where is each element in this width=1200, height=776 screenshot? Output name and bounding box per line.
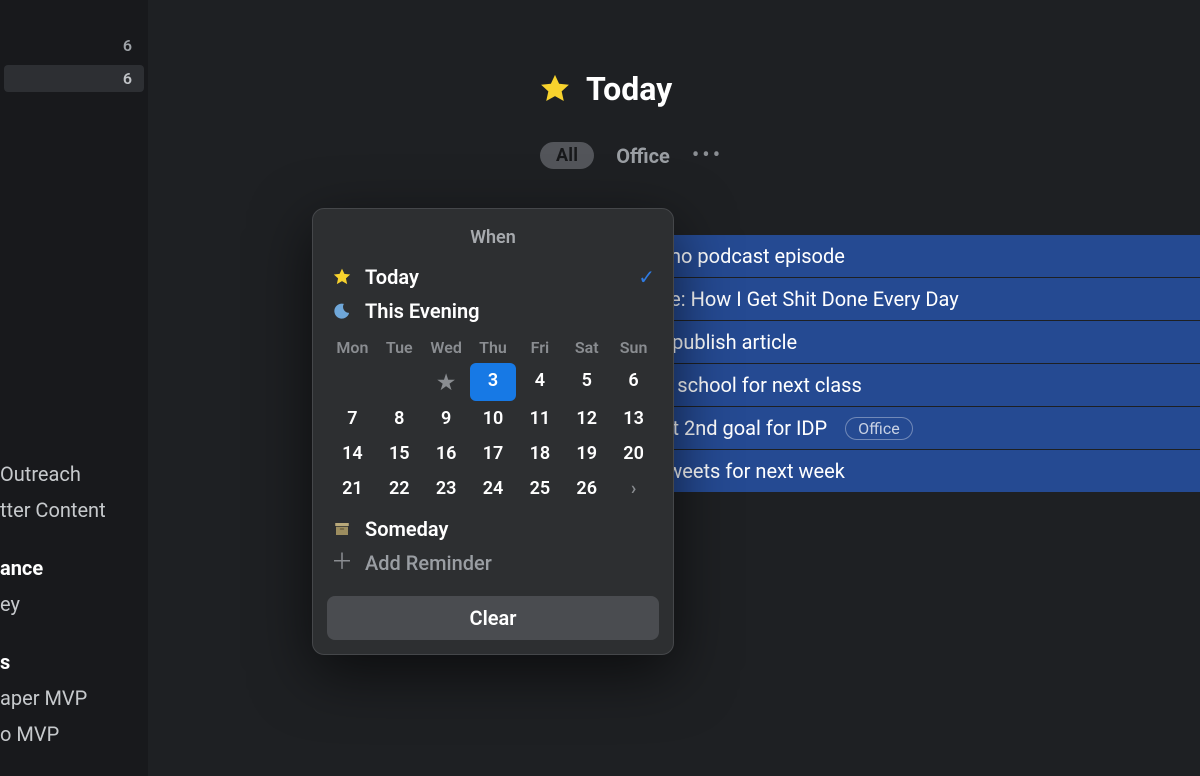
calendar-day[interactable]: 9: [423, 401, 470, 436]
calendar-weekday: Sat: [563, 332, 610, 363]
calendar-weekday: Sun: [610, 332, 657, 363]
calendar-day[interactable]: 21: [329, 471, 376, 506]
calendar-weekday: Wed: [423, 332, 470, 363]
calendar-day[interactable]: 15: [376, 436, 423, 471]
when-popover: When Today ✓ This Evening MonTueWedThuFr…: [312, 208, 674, 655]
calendar-today-star-icon[interactable]: ★: [423, 363, 470, 401]
plus-icon: ＋: [331, 554, 353, 572]
calendar-week-row: 14151617181920: [329, 436, 657, 471]
add-reminder-label: Add Reminder: [365, 551, 655, 575]
sidebar-area[interactable]: ance: [0, 550, 148, 586]
calendar-next-icon[interactable]: ›: [610, 471, 657, 506]
add-reminder-row[interactable]: ＋ Add Reminder: [313, 546, 673, 580]
when-option-someday-label: Someday: [365, 517, 655, 541]
sidebar-item[interactable]: ey: [0, 586, 148, 622]
main-pane: Today All Office ••• Record demo podcast…: [148, 0, 1200, 776]
popover-title: When: [313, 227, 673, 248]
calendar-day[interactable]: 5: [563, 363, 610, 401]
calendar-weekday: Mon: [329, 332, 376, 363]
star-icon: [538, 72, 572, 106]
calendar-weekday: Tue: [376, 332, 423, 363]
calendar-day[interactable]: 18: [516, 436, 563, 471]
checkmark-icon: ✓: [638, 265, 655, 289]
calendar: MonTueWedThuFriSatSun ★34567891011121314…: [313, 328, 673, 508]
calendar-day[interactable]: 11: [516, 401, 563, 436]
when-option-today-label: Today: [365, 265, 626, 289]
page-title-text: Today: [586, 70, 672, 108]
sidebar-count-row-selected[interactable]: 6: [4, 65, 144, 92]
calendar-day[interactable]: 13: [610, 401, 657, 436]
calendar-day[interactable]: 10: [470, 401, 517, 436]
calendar-week-row: 212223242526›: [329, 471, 657, 506]
calendar-day[interactable]: 3: [470, 363, 517, 401]
calendar-day[interactable]: 24: [470, 471, 517, 506]
calendar-day[interactable]: 23: [423, 471, 470, 506]
sidebar-item[interactable]: o MVP: [0, 716, 148, 752]
sidebar-area[interactable]: s: [0, 644, 148, 680]
calendar-day[interactable]: 20: [610, 436, 657, 471]
calendar-day[interactable]: 7: [329, 401, 376, 436]
filter-bar: All Office •••: [538, 142, 1200, 169]
sidebar-item[interactable]: aper MVP: [0, 680, 148, 716]
clear-button[interactable]: Clear: [327, 596, 659, 640]
archive-icon: [331, 520, 353, 538]
moon-icon: [331, 302, 353, 320]
calendar-day[interactable]: 25: [516, 471, 563, 506]
sidebar-item[interactable]: tter Content: [0, 492, 148, 528]
calendar-empty-cell: [376, 363, 423, 401]
calendar-week-row: 78910111213: [329, 401, 657, 436]
calendar-weekday-row: MonTueWedThuFriSatSun: [329, 332, 657, 363]
sidebar-count-selected: 6: [123, 69, 132, 88]
sidebar-count-row[interactable]: 6: [0, 30, 148, 61]
when-option-this-evening[interactable]: This Evening: [313, 294, 673, 328]
calendar-weekday: Fri: [516, 332, 563, 363]
when-option-someday[interactable]: Someday: [313, 512, 673, 546]
calendar-week-row: ★3456: [329, 363, 657, 401]
calendar-day[interactable]: 26: [563, 471, 610, 506]
calendar-day[interactable]: 19: [563, 436, 610, 471]
calendar-day[interactable]: 4: [516, 363, 563, 401]
calendar-empty-cell: [329, 363, 376, 401]
sidebar-item[interactable]: Outreach: [0, 456, 148, 492]
calendar-day[interactable]: 14: [329, 436, 376, 471]
filter-office[interactable]: Office: [616, 144, 670, 168]
when-option-this-evening-label: This Evening: [365, 299, 655, 323]
calendar-day[interactable]: 8: [376, 401, 423, 436]
calendar-weekday: Thu: [470, 332, 517, 363]
sidebar: 6 6 Outreach tter Content ance ey s aper…: [0, 0, 148, 776]
sidebar-count: 6: [123, 36, 132, 55]
calendar-day[interactable]: 16: [423, 436, 470, 471]
filter-all-pill[interactable]: All: [540, 142, 594, 169]
when-option-today[interactable]: Today ✓: [313, 260, 673, 294]
calendar-day[interactable]: 17: [470, 436, 517, 471]
page-title: Today: [538, 70, 1200, 108]
star-icon: [331, 267, 353, 287]
calendar-day[interactable]: 6: [610, 363, 657, 401]
sidebar-projects-partial: Outreach tter Content ance ey s aper MVP…: [0, 456, 148, 752]
calendar-day[interactable]: 12: [563, 401, 610, 436]
calendar-day[interactable]: 22: [376, 471, 423, 506]
task-tag[interactable]: Office: [845, 417, 913, 440]
filter-more-icon[interactable]: •••: [692, 143, 723, 168]
